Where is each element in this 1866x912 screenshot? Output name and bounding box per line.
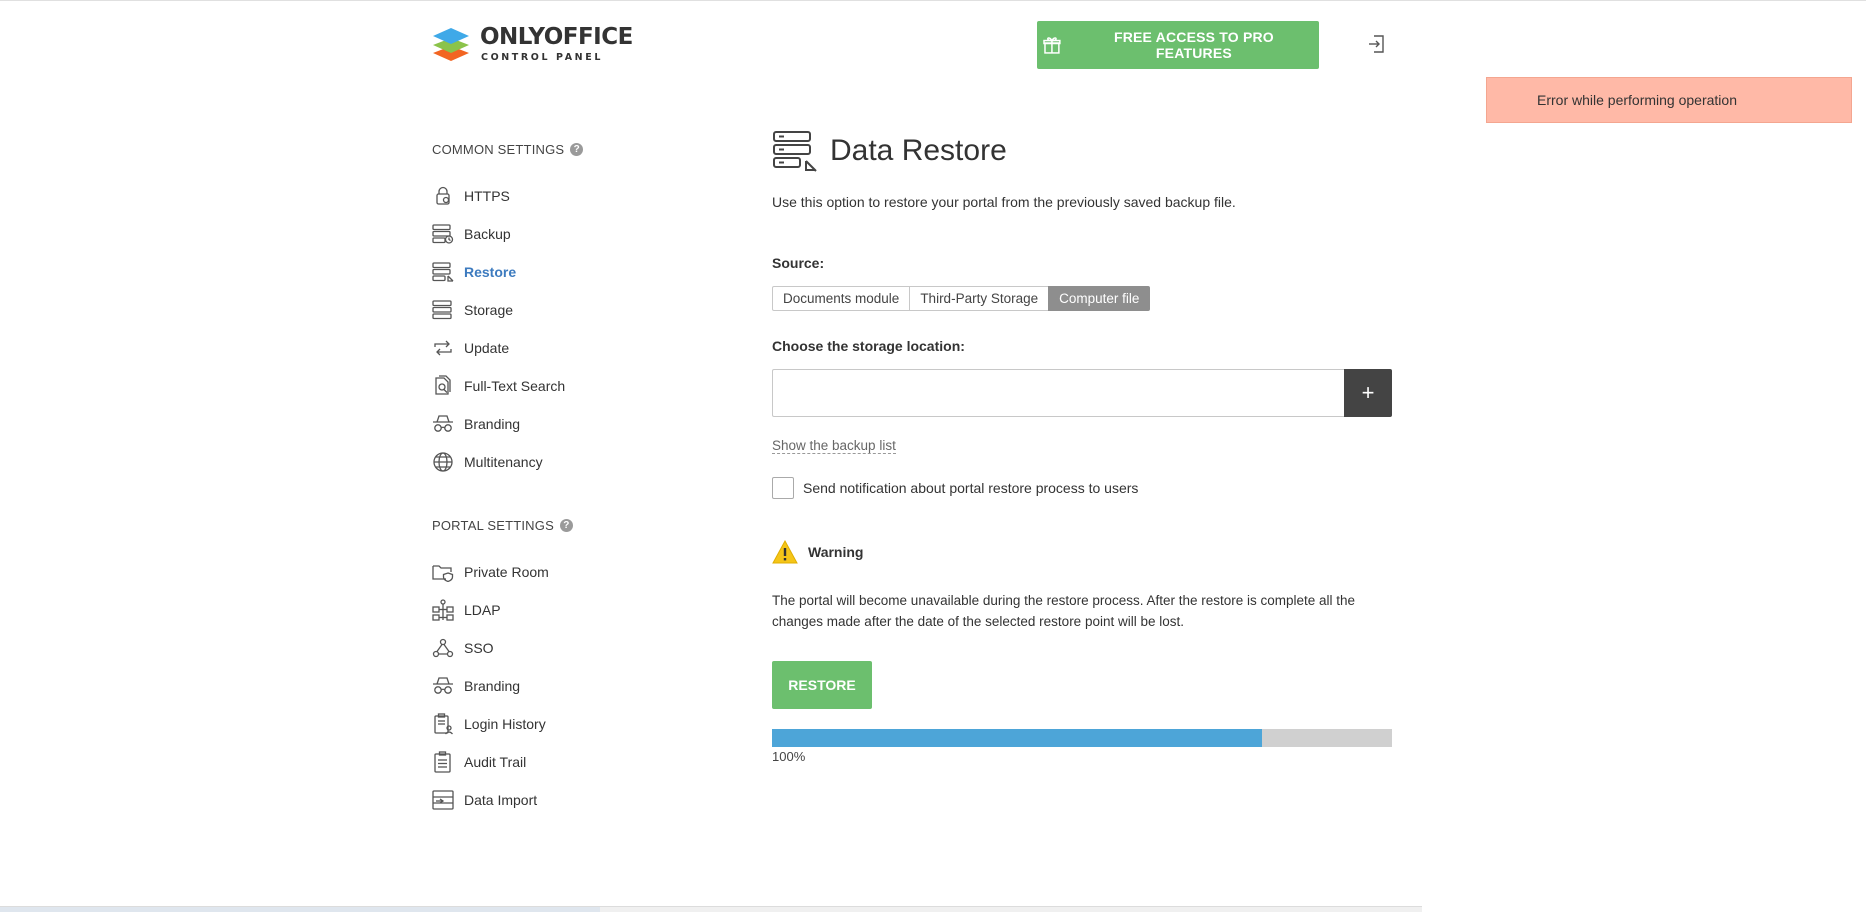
sidebar-item-label: LDAP	[464, 602, 501, 618]
scrollbar-thumb[interactable]	[0, 907, 600, 912]
storage-icon	[432, 299, 454, 321]
portal-settings-label: PORTAL SETTINGS	[432, 518, 554, 533]
sidebar-item-ldap[interactable]: LDAP	[432, 597, 501, 623]
common-settings-label: COMMON SETTINGS	[432, 142, 565, 157]
sidebar-item-branding[interactable]: Branding	[432, 411, 520, 437]
sidebar-item-label: Data Import	[464, 792, 538, 808]
page-title: Data Restore	[772, 130, 1007, 172]
add-file-button[interactable]: +	[1344, 369, 1392, 417]
sidebar-item-full-text-search[interactable]: Full-Text Search	[432, 373, 565, 399]
notify-users-label: Send notification about portal restore p…	[803, 480, 1139, 496]
sidebar-item-label: Restore	[464, 264, 517, 280]
free-pro-features-button[interactable]: FREE ACCESS TO PRO FEATURES	[1037, 21, 1319, 69]
sidebar-item-label: Login History	[464, 716, 546, 732]
sidebar-item-label: HTTPS	[464, 188, 510, 204]
source-selector: Documents module Third-Party Storage Com…	[772, 286, 1151, 311]
sidebar-item-storage[interactable]: Storage	[432, 297, 513, 323]
restore-button[interactable]: RESTORE	[772, 661, 872, 709]
doc-search-icon	[432, 375, 454, 397]
sidebar-item-audit-trail[interactable]: Audit Trail	[432, 749, 526, 775]
logout-icon[interactable]	[1366, 33, 1388, 55]
gift-icon	[1043, 37, 1061, 54]
server-restore-icon	[432, 261, 454, 283]
sidebar-item-branding-portal[interactable]: Branding	[432, 673, 520, 699]
help-icon[interactable]: ?	[559, 519, 573, 532]
sidebar-item-https[interactable]: HTTPS	[432, 183, 510, 209]
show-backup-list-link[interactable]: Show the backup list	[772, 438, 896, 454]
progress-fill	[772, 729, 1262, 747]
logo-subtitle: CONTROL PANEL	[481, 52, 603, 63]
help-icon[interactable]: ?	[570, 143, 584, 156]
top-border	[0, 0, 1866, 1]
incognito-icon	[432, 413, 454, 435]
page-description: Use this option to restore your portal f…	[772, 194, 1236, 210]
lock-icon	[432, 185, 454, 207]
storage-location-input[interactable]	[772, 369, 1346, 417]
network-icon	[432, 599, 454, 621]
sidebar-item-label: Multitenancy	[464, 454, 543, 470]
clipboard-icon	[432, 751, 454, 773]
sidebar-item-label: Branding	[464, 678, 521, 694]
onlyoffice-logo[interactable]: ONLYOFFICE CONTROL PANEL	[432, 26, 633, 63]
warning-header: Warning	[772, 540, 863, 564]
sidebar-item-login-history[interactable]: Login History	[432, 711, 546, 737]
sidebar-item-backup[interactable]: Backup	[432, 221, 511, 247]
sidebar-item-private-room[interactable]: Private Room	[432, 559, 549, 585]
common-settings-title: COMMON SETTINGS ?	[432, 142, 584, 157]
incognito-icon	[432, 675, 454, 697]
folder-shield-icon	[432, 561, 454, 583]
notify-users-row: Send notification about portal restore p…	[772, 477, 1138, 499]
globe-icon	[432, 451, 454, 473]
source-option-third-party-storage[interactable]: Third-Party Storage	[909, 286, 1050, 311]
sidebar-item-sso[interactable]: SSO	[432, 635, 494, 661]
progress-percent: 100%	[772, 749, 806, 764]
sidebar-item-data-import[interactable]: Data Import	[432, 787, 537, 813]
sidebar-item-update[interactable]: Update	[432, 335, 509, 361]
sidebar-item-restore[interactable]: Restore	[432, 259, 516, 285]
sidebar-item-label: Audit Trail	[464, 754, 527, 770]
sidebar-item-label: Storage	[464, 302, 514, 318]
logo-title: ONLYOFFICE	[480, 24, 633, 50]
warning-title: Warning	[808, 544, 864, 560]
sidebar-item-label: Private Room	[464, 564, 549, 580]
clipboard-user-icon	[432, 713, 454, 735]
data-import-icon	[432, 789, 454, 811]
sidebar-item-label: Full-Text Search	[464, 378, 566, 394]
sidebar-item-label: Branding	[464, 416, 521, 432]
pro-button-label: FREE ACCESS TO PRO FEATURES	[1113, 29, 1274, 61]
sidebar-item-multitenancy[interactable]: Multitenancy	[432, 449, 543, 475]
source-label: Source:	[772, 255, 825, 271]
sidebar-item-label: Backup	[464, 226, 511, 242]
source-option-documents-module[interactable]: Documents module	[772, 286, 911, 311]
portal-settings-title: PORTAL SETTINGS ?	[432, 518, 573, 533]
sidebar-item-label: SSO	[464, 640, 494, 656]
sidebar-item-label: Update	[464, 340, 510, 356]
server-clock-icon	[432, 223, 454, 245]
toast-message: Error while performing operation	[1537, 92, 1737, 108]
page-title-text: Data Restore	[830, 134, 1007, 167]
sso-icon	[432, 637, 454, 659]
restore-progress-bar	[772, 729, 1392, 747]
source-option-computer-file[interactable]: Computer file	[1048, 286, 1151, 311]
notify-users-checkbox[interactable]	[772, 477, 794, 499]
onlyoffice-logo-icon	[433, 28, 469, 62]
warning-text: The portal will become unavailable durin…	[772, 593, 1356, 629]
error-toast: Error while performing operation	[1486, 77, 1852, 123]
warning-icon	[772, 540, 798, 564]
server-restore-icon	[773, 131, 817, 172]
storage-location-label: Choose the storage location:	[772, 338, 965, 354]
refresh-icon	[432, 337, 454, 359]
